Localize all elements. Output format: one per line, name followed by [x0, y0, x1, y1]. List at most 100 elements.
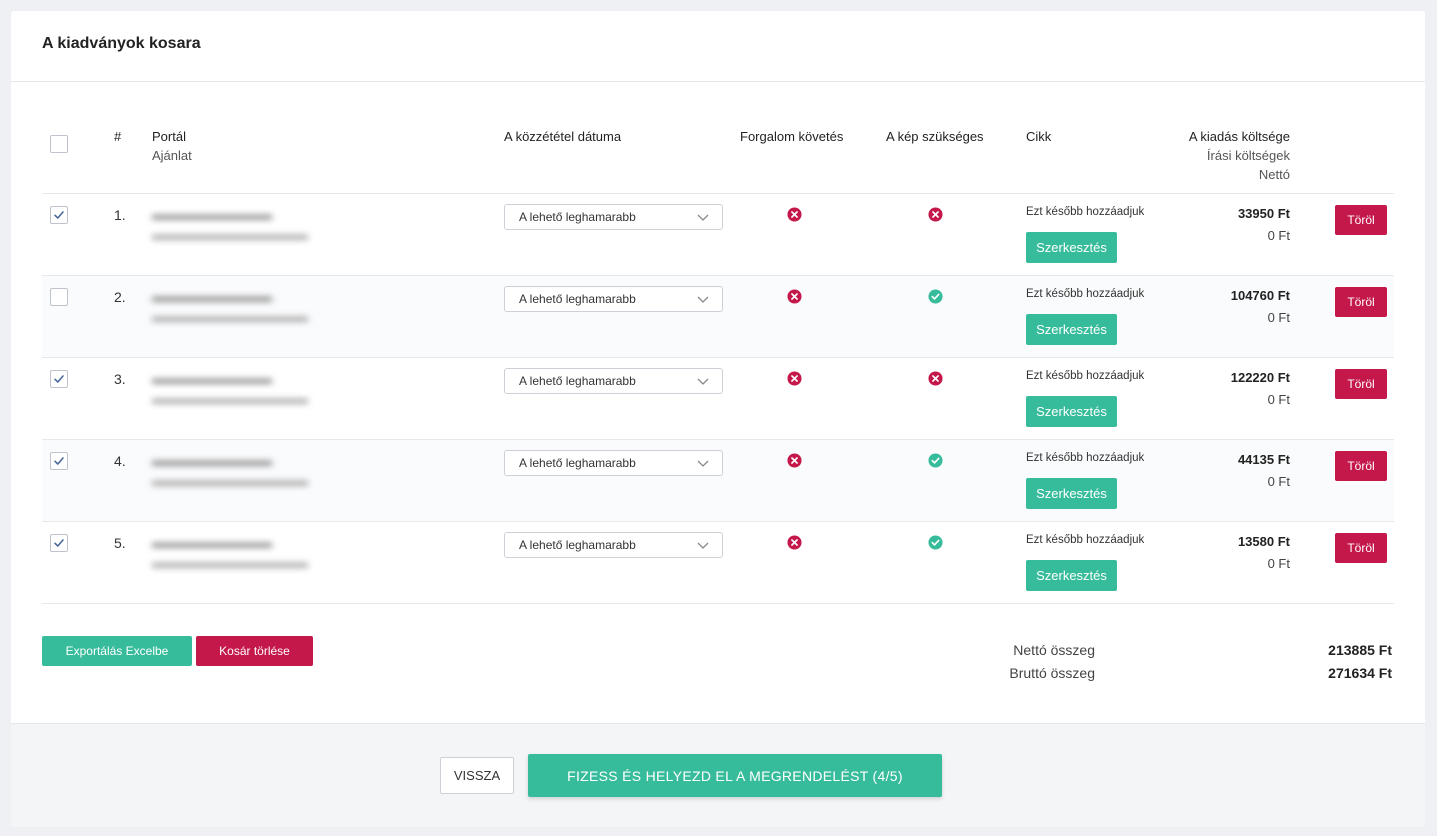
- table-row: 3. ▬▬▬▬▬▬▬▬▬▬ ▬▬▬▬▬▬▬▬▬▬▬▬▬ A lehető leg…: [42, 358, 1394, 440]
- article-note: Ezt később hozzáadjuk: [1026, 288, 1145, 300]
- delete-row-button[interactable]: Töröl: [1335, 287, 1387, 317]
- portal-redacted: ▬▬▬▬▬▬▬▬▬▬ ▬▬▬▬▬▬▬▬▬▬▬▬▬: [152, 208, 308, 242]
- row-checkbox[interactable]: [50, 452, 68, 470]
- row-number: 3.: [114, 371, 126, 387]
- pay-order-button[interactable]: FIZESS ÉS HELYEZD EL A MEGRENDELÉST (4/5…: [528, 754, 942, 797]
- gross-total-label: Bruttó összeg: [1009, 665, 1095, 681]
- row-writing-cost: 0 Ft: [1267, 310, 1290, 325]
- row-number: 2.: [114, 289, 126, 305]
- x-circle-icon: [787, 289, 802, 304]
- publish-date-select[interactable]: A lehető leghamarabb: [504, 204, 723, 230]
- cart-actions: Exportálás Excelbe Kosár törlése: [42, 636, 313, 666]
- chevron-down-icon: [697, 296, 709, 303]
- col-tracking: Forgalom követés: [740, 129, 844, 144]
- check-circle-icon: [928, 535, 943, 550]
- table-row: 4. ▬▬▬▬▬▬▬▬▬▬ ▬▬▬▬▬▬▬▬▬▬▬▬▬ A lehető leg…: [42, 440, 1394, 522]
- col-cost-sub1: Írási költségek: [1206, 148, 1290, 163]
- row-writing-cost: 0 Ft: [1267, 392, 1290, 407]
- article-note: Ezt később hozzáadjuk: [1026, 370, 1145, 382]
- col-portal-label: Portál: [152, 129, 186, 144]
- cart-table: # Portál Ajánlat A közzététel dátuma For…: [42, 120, 1394, 604]
- x-circle-icon: [787, 453, 802, 468]
- chevron-down-icon: [697, 378, 709, 385]
- edit-article-button[interactable]: Szerkesztés: [1026, 560, 1117, 591]
- col-portal-sub: Ajánlat: [152, 148, 192, 163]
- net-total-value: 213885 Ft: [1328, 642, 1392, 658]
- row-checkbox[interactable]: [50, 534, 68, 552]
- edit-article-button[interactable]: Szerkesztés: [1026, 232, 1117, 263]
- row-writing-cost: 0 Ft: [1267, 228, 1290, 243]
- delete-row-button[interactable]: Töröl: [1335, 451, 1387, 481]
- table-row: 2. ▬▬▬▬▬▬▬▬▬▬ ▬▬▬▬▬▬▬▬▬▬▬▬▬ A lehető leg…: [42, 276, 1394, 358]
- net-total-label: Nettó összeg: [1013, 642, 1095, 658]
- back-button[interactable]: VISSZA: [440, 757, 514, 794]
- col-image: A kép szükséges: [886, 129, 984, 144]
- card-header: A kiadványok kosara: [11, 11, 1425, 82]
- portal-redacted: ▬▬▬▬▬▬▬▬▬▬ ▬▬▬▬▬▬▬▬▬▬▬▬▬: [152, 454, 308, 488]
- publish-date-select[interactable]: A lehető leghamarabb: [504, 286, 723, 312]
- article-note: Ezt később hozzáadjuk: [1026, 534, 1145, 546]
- publish-date-select[interactable]: A lehető leghamarabb: [504, 368, 723, 394]
- row-price: 33950 Ft: [1237, 206, 1290, 221]
- select-all-checkbox[interactable]: [50, 135, 68, 153]
- portal-redacted: ▬▬▬▬▬▬▬▬▬▬ ▬▬▬▬▬▬▬▬▬▬▬▬▬: [152, 536, 308, 570]
- gross-total-value: 271634 Ft: [1328, 665, 1392, 681]
- publish-date-value: A lehető leghamarabb: [519, 210, 636, 224]
- row-price: 44135 Ft: [1237, 452, 1290, 467]
- checkmark-icon: [54, 457, 64, 465]
- checkmark-icon: [54, 539, 64, 547]
- x-circle-icon: [787, 371, 802, 386]
- article-note: Ezt később hozzáadjuk: [1026, 206, 1145, 218]
- page-title: A kiadványok kosara: [42, 35, 201, 52]
- checkmark-icon: [54, 375, 64, 383]
- cart-card: A kiadványok kosara # Portál Ajánlat A k…: [11, 11, 1425, 827]
- edit-article-button[interactable]: Szerkesztés: [1026, 314, 1117, 345]
- row-writing-cost: 0 Ft: [1267, 556, 1290, 571]
- x-circle-icon: [928, 207, 943, 222]
- delete-row-button[interactable]: Töröl: [1335, 205, 1387, 235]
- clear-cart-button[interactable]: Kosár törlése: [196, 636, 313, 666]
- col-article: Cikk: [1026, 129, 1052, 144]
- publish-date-value: A lehető leghamarabb: [519, 456, 636, 470]
- table-header: # Portál Ajánlat A közzététel dátuma For…: [42, 120, 1394, 194]
- row-price: 13580 Ft: [1237, 534, 1290, 549]
- row-number: 4.: [114, 453, 126, 469]
- row-checkbox[interactable]: [50, 206, 68, 224]
- portal-redacted: ▬▬▬▬▬▬▬▬▬▬ ▬▬▬▬▬▬▬▬▬▬▬▬▬: [152, 372, 308, 406]
- row-checkbox[interactable]: [50, 288, 68, 306]
- row-checkbox[interactable]: [50, 370, 68, 388]
- x-circle-icon: [928, 371, 943, 386]
- row-price: 104760 Ft: [1230, 288, 1290, 303]
- row-writing-cost: 0 Ft: [1267, 474, 1290, 489]
- checkmark-icon: [54, 211, 64, 219]
- row-number: 1.: [114, 207, 126, 223]
- publish-date-value: A lehető leghamarabb: [519, 374, 636, 388]
- table-row: 5. ▬▬▬▬▬▬▬▬▬▬ ▬▬▬▬▬▬▬▬▬▬▬▬▬ A lehető leg…: [42, 522, 1394, 604]
- x-circle-icon: [787, 535, 802, 550]
- chevron-down-icon: [697, 460, 709, 467]
- edit-article-button[interactable]: Szerkesztés: [1026, 396, 1117, 427]
- table-row: 1. ▬▬▬▬▬▬▬▬▬▬ ▬▬▬▬▬▬▬▬▬▬▬▬▬ A lehető leg…: [42, 194, 1394, 276]
- col-cost-label: A kiadás költsége: [1188, 129, 1290, 144]
- row-price: 122220 Ft: [1230, 370, 1290, 385]
- edit-article-button[interactable]: Szerkesztés: [1026, 478, 1117, 509]
- article-note: Ezt később hozzáadjuk: [1026, 452, 1145, 464]
- export-excel-button[interactable]: Exportálás Excelbe: [42, 636, 192, 666]
- x-circle-icon: [787, 207, 802, 222]
- delete-row-button[interactable]: Töröl: [1335, 533, 1387, 563]
- delete-row-button[interactable]: Töröl: [1335, 369, 1387, 399]
- check-circle-icon: [928, 289, 943, 304]
- publish-date-select[interactable]: A lehető leghamarabb: [504, 532, 723, 558]
- publish-date-value: A lehető leghamarabb: [519, 538, 636, 552]
- publish-date-select[interactable]: A lehető leghamarabb: [504, 450, 723, 476]
- totals-labels: Nettó összeg Bruttó összeg: [1009, 639, 1095, 685]
- col-portal: Portál Ajánlat: [152, 127, 192, 165]
- col-cost-sub2: Nettó: [1258, 167, 1290, 182]
- chevron-down-icon: [697, 542, 709, 549]
- row-number: 5.: [114, 535, 126, 551]
- footer-bar: VISSZA FIZESS ÉS HELYEZD EL A MEGRENDELÉ…: [11, 723, 1425, 827]
- table-body: 1. ▬▬▬▬▬▬▬▬▬▬ ▬▬▬▬▬▬▬▬▬▬▬▬▬ A lehető leg…: [42, 194, 1394, 604]
- publish-date-value: A lehető leghamarabb: [519, 292, 636, 306]
- chevron-down-icon: [697, 214, 709, 221]
- col-cost: A kiadás költsége Írási költségek Nettó: [1189, 127, 1290, 184]
